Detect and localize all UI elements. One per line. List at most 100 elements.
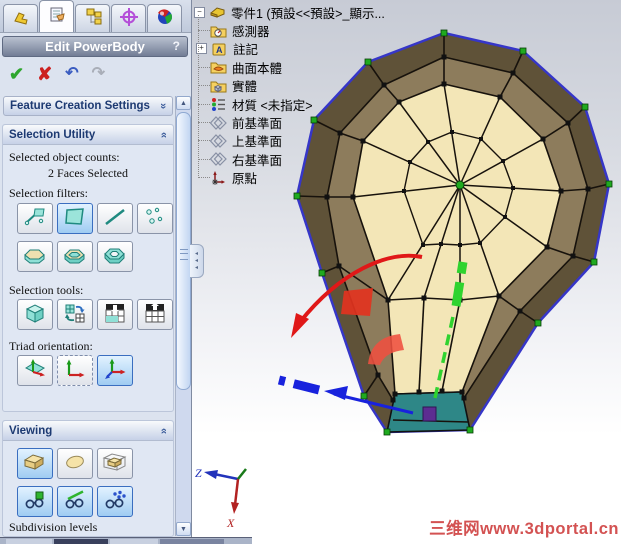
ok-button[interactable]: ✔ bbox=[9, 64, 24, 84]
panel-header: Edit PowerBody ? bbox=[2, 36, 188, 57]
annotation-icon: A bbox=[211, 41, 228, 57]
triad-orientation-row bbox=[17, 355, 133, 386]
section-selection-utility[interactable]: Selection Utility » bbox=[3, 125, 173, 145]
z-axis-arrow bbox=[204, 470, 218, 479]
filter-vertices-button[interactable] bbox=[137, 203, 173, 234]
swap-selection-button[interactable] bbox=[57, 299, 93, 330]
filter-edges-icon bbox=[103, 206, 127, 231]
undo-button[interactable]: ↶ bbox=[65, 64, 78, 84]
glasses-faces-icon bbox=[22, 489, 48, 514]
tab-dimxpert-manager[interactable] bbox=[111, 4, 146, 32]
ellipsoid-icon bbox=[62, 451, 88, 476]
scroll-up-button[interactable]: ▲ bbox=[176, 96, 191, 110]
application-window: Edit PowerBody ? ✔ ✘ ↶ ↷ Feature Creatio… bbox=[0, 0, 621, 544]
redo-button[interactable]: ↷ bbox=[92, 64, 105, 84]
box-in-cage-icon bbox=[102, 451, 128, 476]
selected-vertex-marker[interactable] bbox=[422, 406, 437, 422]
shrink-selection-button[interactable] bbox=[137, 299, 173, 330]
filter-faces-icon bbox=[63, 206, 87, 231]
tab-configuration-manager[interactable] bbox=[75, 4, 110, 32]
tree-root-row[interactable]: − 零件1 (預設<<預設>_顯示... bbox=[194, 3, 434, 21]
selection-tools-label: Selection tools: bbox=[9, 283, 84, 297]
tree-item-material[interactable]: 材質 <未指定> bbox=[198, 95, 434, 113]
viewing-row-2 bbox=[17, 486, 133, 517]
loop-select-band-button[interactable] bbox=[57, 241, 93, 272]
tree-item-label: 上基準面 bbox=[232, 135, 283, 150]
select-body-button[interactable] bbox=[17, 299, 53, 330]
filter-combined-icon bbox=[23, 206, 47, 231]
viewing-group: Viewing » Subdivision levels bbox=[2, 420, 174, 537]
cube-icon bbox=[23, 302, 47, 327]
filter-edges-button[interactable] bbox=[97, 203, 133, 234]
triad-2d-button[interactable] bbox=[57, 355, 93, 386]
tree-item-front-plane[interactable]: 前基準面 bbox=[198, 113, 434, 132]
selection-utility-group: Selection Utility » Selected object coun… bbox=[2, 124, 174, 412]
sensor-icon bbox=[210, 23, 227, 39]
show-vertices-button[interactable] bbox=[97, 486, 133, 517]
section-viewing[interactable]: Viewing » bbox=[3, 421, 173, 441]
chevron-down-icon: » bbox=[156, 102, 169, 110]
chevron-up-icon: » bbox=[157, 131, 170, 138]
loop-select-open-button[interactable] bbox=[17, 241, 53, 272]
tree-item-top-plane[interactable]: 上基準面 bbox=[198, 132, 434, 150]
dimxpert-icon bbox=[119, 7, 139, 30]
tree-guide-line bbox=[198, 15, 199, 178]
tree-item-label: 前基準面 bbox=[232, 117, 283, 132]
triad-to-face-button[interactable] bbox=[17, 355, 53, 386]
property-manager-panel: Edit PowerBody ? ✔ ✘ ↶ ↷ Feature Creatio… bbox=[0, 0, 192, 544]
selection-filter-row-2 bbox=[17, 241, 133, 272]
tree-item-label: 右基準面 bbox=[232, 153, 283, 168]
viewing-row-1 bbox=[17, 448, 133, 479]
filter-combined-button[interactable] bbox=[17, 203, 53, 234]
selection-filters-label: Selection filters: bbox=[9, 186, 88, 200]
cancel-button[interactable]: ✘ bbox=[37, 64, 52, 84]
selected-counts-label: Selected object counts: bbox=[9, 150, 120, 164]
view-both-mode-button[interactable] bbox=[97, 448, 133, 479]
tree-item-sensors[interactable]: 感測器 bbox=[198, 21, 434, 39]
tree-item-label: 原點 bbox=[232, 172, 258, 187]
triad-3d-button[interactable] bbox=[97, 355, 133, 386]
help-button[interactable]: ? bbox=[173, 39, 180, 53]
origin-icon bbox=[210, 170, 227, 186]
selection-filter-row-1 bbox=[17, 203, 173, 234]
scrollbar-thumb[interactable] bbox=[176, 112, 191, 390]
panel-scrollbar[interactable]: ▲ ▼ bbox=[175, 96, 191, 536]
filter-faces-button[interactable] bbox=[57, 203, 93, 234]
collapse-box-icon[interactable]: − bbox=[194, 6, 205, 18]
grow-selection-button[interactable] bbox=[97, 299, 133, 330]
view-cage-mode-button[interactable] bbox=[17, 448, 53, 479]
triad-2d-icon bbox=[63, 358, 87, 383]
triad-face-icon bbox=[23, 358, 47, 383]
surface-bodies-icon bbox=[210, 59, 227, 75]
tab-features[interactable] bbox=[3, 4, 38, 32]
graphics-viewport[interactable]: Z X − 零件1 (預設<<預設>_顯示... 感測器 + A 註記 曲面本體… bbox=[192, 0, 621, 544]
swap-selection-icon bbox=[63, 302, 87, 327]
scroll-down-button[interactable]: ▼ bbox=[176, 522, 191, 536]
tree-item-label: 實體 bbox=[232, 80, 258, 95]
glasses-vertices-icon bbox=[102, 489, 128, 514]
section-label: Feature Creation Settings bbox=[10, 100, 150, 112]
tree-item-label: 曲面本體 bbox=[232, 61, 283, 76]
tree-item-annotations[interactable]: + A 註記 bbox=[196, 40, 434, 58]
panel-tab-bar bbox=[0, 0, 191, 33]
tab-property-manager[interactable] bbox=[39, 0, 74, 32]
view-smooth-mode-button[interactable] bbox=[57, 448, 93, 479]
collapse-arrows-icon: ◂ bbox=[194, 250, 198, 257]
loop-band-icon bbox=[63, 245, 87, 269]
tab-display-manager[interactable] bbox=[147, 4, 182, 32]
plane-icon bbox=[209, 151, 227, 167]
section-feature-creation-settings[interactable]: Feature Creation Settings » bbox=[3, 96, 173, 116]
section-label: Selection Utility bbox=[9, 128, 96, 141]
show-faces-button[interactable] bbox=[17, 486, 53, 517]
part-icon bbox=[209, 4, 226, 20]
panel-splitter-handle[interactable]: ◂ ◂ ◂ bbox=[190, 244, 204, 278]
show-edges-button[interactable] bbox=[57, 486, 93, 517]
loop-select-ring-button[interactable] bbox=[97, 241, 133, 272]
selected-counts-value: 2 Faces Selected bbox=[48, 166, 128, 180]
panel-action-bar: ✔ ✘ ↶ ↷ bbox=[0, 60, 192, 88]
tree-item-right-plane[interactable]: 右基準面 bbox=[198, 150, 434, 168]
tree-item-surface-bodies[interactable]: 曲面本體 bbox=[198, 58, 434, 76]
tree-item-origin[interactable]: 原點 bbox=[198, 169, 434, 187]
tree-item-solid-bodies[interactable]: 實體 bbox=[198, 77, 434, 95]
loop-ring-icon bbox=[103, 245, 127, 269]
